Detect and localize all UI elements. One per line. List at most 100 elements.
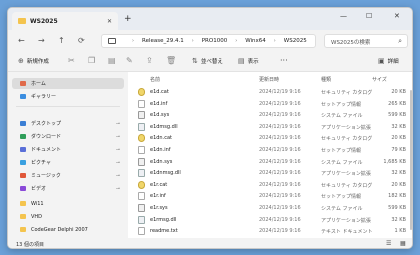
back-button[interactable]: ← xyxy=(18,36,25,45)
breadcrumb-pro1000[interactable]: PRO1000 xyxy=(202,38,227,44)
sys-file-icon xyxy=(138,111,145,120)
sidebar-item-label: ダウンロード xyxy=(31,134,62,140)
command-bar: ⊕ 新規作成 ✂ ❐ ▤ ✎ ⇪ 🗑 ⇅ 並べ替え ▤ 表示 ··· ▣ 詳細 xyxy=(8,52,412,72)
view-button[interactable]: ▤ 表示 xyxy=(238,57,259,65)
up-button[interactable]: ↑ xyxy=(58,36,65,45)
search-placeholder: WS2025の検索 xyxy=(331,40,371,46)
details-view-icon[interactable]: ☰ xyxy=(386,240,391,247)
details-icon: ▣ xyxy=(378,57,385,65)
sidebar-item-home[interactable]: ホーム xyxy=(12,78,124,89)
column-header-type[interactable]: 種類 xyxy=(321,76,331,83)
file-date: 2024/12/19 9:16 xyxy=(259,158,301,165)
breadcrumb-separator: › xyxy=(132,38,134,44)
sort-label: 並べ替え xyxy=(200,59,223,65)
breadcrumb-release[interactable]: Release_29.4.1 xyxy=(142,38,184,44)
breadcrumb-ws2025[interactable]: WS2025 xyxy=(284,38,307,44)
download-icon xyxy=(20,134,26,139)
sidebar-item-downloads[interactable]: ダウンロード ⊸ xyxy=(12,131,124,142)
tab-close-icon[interactable]: ✕ xyxy=(107,18,112,25)
sidebar-item-videos[interactable]: ビデオ ⊸ xyxy=(12,183,124,194)
share-icon[interactable]: ⇪ xyxy=(146,56,153,65)
file-row[interactable]: e1dn.sys 2024/12/19 9:16 システム ファイル 1,685 KB xyxy=(128,156,412,168)
file-row[interactable]: e1r.cat 2024/12/19 9:16 セキュリティ カタログ 20 KB xyxy=(128,179,412,191)
breadcrumb[interactable]: › Release_29.4.1 › PRO1000 › Winx64 › WS… xyxy=(101,34,316,48)
file-list: 名前 更新日時 種類 サイズ e1d.cat 2024/12/19 9:16 セキュ… xyxy=(128,72,412,238)
file-size: 20 KB xyxy=(391,89,406,95)
file-row[interactable]: e1r.sys 2024/12/19 9:16 システム ファイル 599 KB xyxy=(128,202,412,214)
sidebar-item-music[interactable]: ミュージック ⊸ xyxy=(12,170,124,181)
sidebar-item-wi11[interactable]: Wi11 xyxy=(12,198,124,209)
breadcrumb-winx64[interactable]: Winx64 xyxy=(245,38,266,44)
file-name: e1dn.sys xyxy=(150,158,173,165)
close-button[interactable]: ✕ xyxy=(394,12,400,20)
file-row[interactable]: e1d.sys 2024/12/19 9:16 システム ファイル 599 KB xyxy=(128,109,412,121)
sidebar-item-label: VHD xyxy=(31,213,43,220)
sidebar-item-documents[interactable]: ドキュメント ⊸ xyxy=(12,144,124,155)
breadcrumb-separator: › xyxy=(191,38,194,44)
file-row[interactable]: e1d.inf 2024/12/19 9:16 セットアップ情報 265 KB xyxy=(128,98,412,110)
file-name: e1r.cat xyxy=(150,181,168,188)
rename-icon[interactable]: ✎ xyxy=(126,56,133,65)
sidebar-item-vhd[interactable]: VHD xyxy=(12,211,124,222)
delete-icon[interactable]: 🗑 xyxy=(166,56,176,65)
file-row[interactable]: readme.txt 2024/12/19 9:16 テキスト ドキュメント 1 KB xyxy=(128,225,412,237)
file-row[interactable]: e1dnmsg.dll 2024/12/19 9:16 アプリケーション拡張 32 K… xyxy=(128,167,412,179)
folder-icon xyxy=(20,214,26,219)
vertical-scrollbar[interactable] xyxy=(410,90,412,230)
cut-icon[interactable]: ✂ xyxy=(68,56,75,65)
tab-ws2025[interactable]: WS2025 ✕ xyxy=(12,12,118,30)
inf-file-icon xyxy=(138,146,145,154)
sidebar-item-gallery[interactable]: ギャラリー xyxy=(12,91,124,102)
file-date: 2024/12/19 9:16 xyxy=(259,170,301,177)
documents-icon xyxy=(20,147,26,152)
file-date: 2024/12/19 9:16 xyxy=(259,193,301,200)
sidebar-item-label: ビデオ xyxy=(31,186,47,192)
tab-title: WS2025 xyxy=(30,17,58,25)
file-row[interactable]: e1dmsg.dll 2024/12/19 9:16 アプリケーション拡張 32 KB xyxy=(128,121,412,133)
file-row[interactable]: e1r.inf 2024/12/19 9:16 セットアップ情報 182 KB xyxy=(128,190,412,202)
search-icon: ⌕ xyxy=(398,37,402,45)
new-label: 新規作成 xyxy=(26,59,49,65)
video-icon xyxy=(20,186,26,191)
more-button[interactable]: ··· xyxy=(280,56,288,65)
sidebar-item-pictures[interactable]: ピクチャ ⊸ xyxy=(12,157,124,168)
column-header-size[interactable]: サイズ xyxy=(372,76,387,83)
column-header-name[interactable]: 名前 xyxy=(150,76,160,83)
refresh-button[interactable]: ⟳ xyxy=(78,36,85,45)
new-button[interactable]: ⊕ 新規作成 xyxy=(18,57,49,65)
copy-icon[interactable]: ❐ xyxy=(88,56,95,65)
file-size: 1,685 KB xyxy=(383,158,406,165)
file-date: 2024/12/19 9:16 xyxy=(259,147,301,153)
sidebar-item-label: ミュージック xyxy=(31,173,61,179)
search-input[interactable]: WS2025の検索 ⌕ xyxy=(324,34,408,48)
breadcrumb-separator: › xyxy=(235,38,238,44)
forward-button[interactable]: → xyxy=(38,36,45,45)
new-tab-button[interactable]: + xyxy=(124,14,132,24)
file-name: e1r.inf xyxy=(150,193,166,200)
folder-icon xyxy=(20,201,26,206)
column-header-date[interactable]: 更新日時 xyxy=(259,76,279,83)
sort-button[interactable]: ⇅ 並べ替え xyxy=(192,57,223,65)
file-date: 2024/12/19 9:16 xyxy=(259,100,301,107)
maximize-button[interactable]: ☐ xyxy=(366,12,372,20)
sidebar-item-desktop[interactable]: デスクトップ ⊸ xyxy=(12,118,124,129)
sidebar-item-codegear[interactable]: CodeGear Delphi 2007 xyxy=(12,224,124,235)
file-row[interactable]: e1d.cat 2024/12/19 9:16 セキュリティ カタログ 20 KB xyxy=(128,86,412,98)
details-pane-button[interactable]: ▣ 詳細 xyxy=(378,57,399,65)
inf-file-icon xyxy=(138,192,145,201)
file-row[interactable]: e1dn.inf 2024/12/19 9:16 セットアップ情報 79 KB xyxy=(128,144,412,156)
file-type: セットアップ情報 xyxy=(321,148,362,154)
sidebar-divider xyxy=(16,106,120,107)
file-date: 2024/12/19 9:16 xyxy=(259,228,301,235)
explorer-window: WS2025 ✕ + — ☐ ✕ ← → ↑ ⟳ › Release_29.4.… xyxy=(7,7,413,249)
breadcrumb-separator: › xyxy=(273,38,276,44)
file-name: e1d.cat xyxy=(150,89,169,95)
file-date: 2024/12/19 9:16 xyxy=(259,135,301,142)
tiles-view-icon[interactable]: ▦ xyxy=(400,240,406,247)
pin-icon: ⊸ xyxy=(115,172,120,179)
minimize-button[interactable]: — xyxy=(340,12,347,20)
file-row[interactable]: e1dn.cat 2024/12/19 9:16 セキュリティ カタログ 20 KB xyxy=(128,132,412,144)
paste-icon[interactable]: ▤ xyxy=(108,56,116,65)
sort-icon: ⇅ xyxy=(192,57,198,65)
file-row[interactable]: e1rmsg.dll 2024/12/19 9:16 アプリケーション拡張 32 KB xyxy=(128,214,412,226)
